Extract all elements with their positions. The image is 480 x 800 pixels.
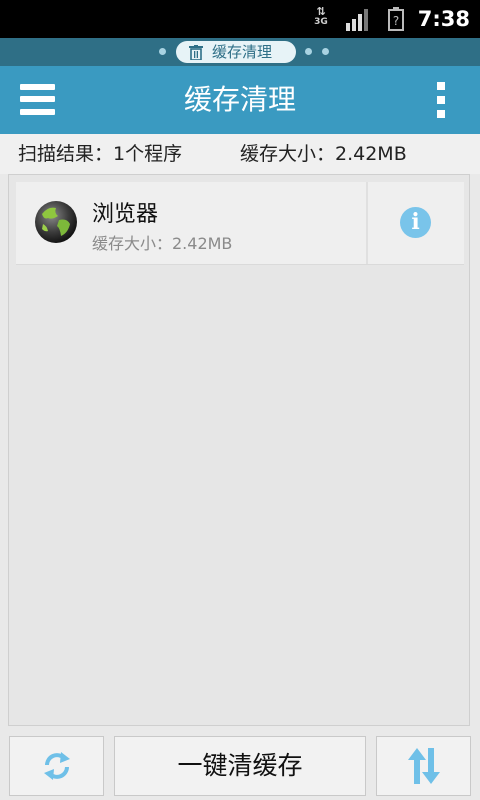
overflow-dot-icon <box>437 96 445 104</box>
app-name: 浏览器 <box>92 202 159 227</box>
menu-icon <box>20 96 55 102</box>
refresh-button[interactable] <box>9 736 104 796</box>
globe-icon <box>35 201 77 243</box>
svg-text:?: ? <box>393 14 399 28</box>
sort-icon <box>407 748 440 784</box>
bottom-toolbar: 一键清缓存 <box>0 726 480 800</box>
page-dot[interactable] <box>322 48 329 55</box>
app-cache-size: 缓存大小：2.42MB <box>92 234 233 253</box>
page-title: 缓存清理 <box>183 83 296 116</box>
app-bar: 缓存清理 <box>0 66 480 134</box>
info-icon: i <box>400 207 431 238</box>
total-cache-size-text: 缓存大小：2.42MB <box>240 143 407 165</box>
scan-result-text: 扫描结果：1个程序 <box>18 143 183 165</box>
menu-icon <box>20 109 55 115</box>
overflow-dot-icon <box>437 110 445 118</box>
sort-button[interactable] <box>376 736 471 796</box>
list-item[interactable]: 浏览器 缓存大小：2.42MB i <box>16 182 464 265</box>
signal-icon <box>346 9 368 31</box>
overflow-menu-button[interactable] <box>430 80 452 120</box>
status-bar: ⇅ 3G ? 7:38 <box>0 0 480 38</box>
trash-icon <box>189 45 203 60</box>
network-type: 3G <box>314 17 328 27</box>
refresh-icon <box>43 752 70 780</box>
network-icon: ⇅ 3G <box>310 6 332 31</box>
menu-icon <box>20 84 55 90</box>
battery-unknown-icon: ? <box>388 7 404 31</box>
menu-button[interactable] <box>20 82 56 118</box>
current-page-pill: 缓存清理 <box>176 41 296 63</box>
page-indicator: 缓存清理 <box>0 38 480 66</box>
app-cache-list[interactable]: 浏览器 缓存大小：2.42MB i <box>8 174 470 726</box>
clock: 7:38 <box>417 7 470 31</box>
page-dot[interactable] <box>159 48 166 55</box>
current-page-label: 缓存清理 <box>212 43 273 61</box>
app-info-button[interactable]: i <box>368 182 464 264</box>
page-dot[interactable] <box>305 48 312 55</box>
one-click-clean-button[interactable]: 一键清缓存 <box>114 736 366 796</box>
scan-summary: 扫描结果：1个程序 缓存大小：2.42MB <box>0 134 480 174</box>
overflow-dot-icon <box>437 82 445 90</box>
